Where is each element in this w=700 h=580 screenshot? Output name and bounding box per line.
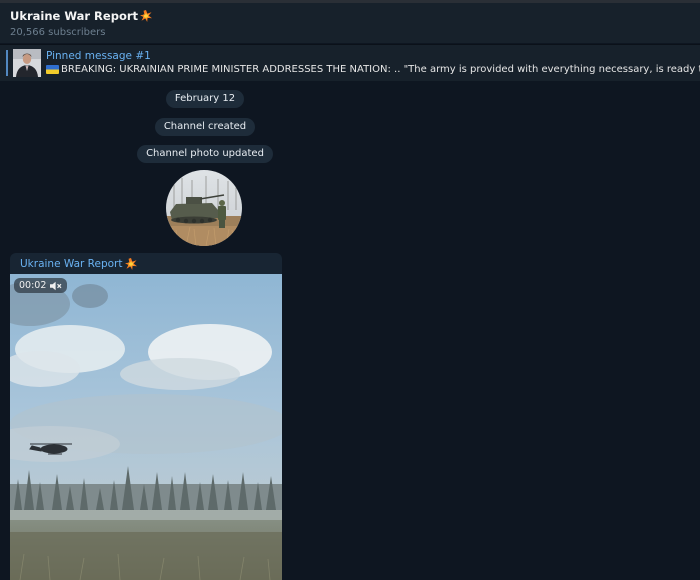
channel-post[interactable]: Ukraine War Report 00:02 xyxy=(10,253,282,580)
pinned-label: Pinned message #1 xyxy=(46,50,151,62)
pinned-text-row: BREAKING: UKRAINIAN PRIME MINISTER ADDRE… xyxy=(46,64,700,75)
service-message-photo: Channel photo updated xyxy=(0,145,410,163)
channel-title[interactable]: Ukraine War Report xyxy=(10,9,153,23)
person-thumbnail-image xyxy=(13,49,41,77)
video-duration: 00:02 xyxy=(19,280,47,291)
date-pill: February 12 xyxy=(165,90,245,108)
pinned-indicator xyxy=(6,50,8,76)
collision-icon xyxy=(140,10,153,22)
speaker-muted-icon[interactable] xyxy=(50,281,62,291)
pinned-thumbnail xyxy=(13,49,41,77)
telegram-window: Ukraine War Report 20,566 subscribers Pi… xyxy=(0,0,700,580)
channel-photo-updated-pill: Channel photo updated xyxy=(137,145,273,163)
channel-title-text: Ukraine War Report xyxy=(10,9,139,23)
post-sender-name: Ukraine War Report xyxy=(20,258,123,270)
date-separator: February 12 xyxy=(0,90,410,108)
pinned-message-bar[interactable]: Pinned message #1 BREAKING: UKRAINIAN PR… xyxy=(0,44,700,81)
pinned-text: BREAKING: UKRAINIAN PRIME MINISTER ADDRE… xyxy=(61,64,700,75)
chat-header[interactable]: Ukraine War Report 20,566 subscribers xyxy=(0,3,700,43)
post-sender[interactable]: Ukraine War Report xyxy=(20,258,137,270)
subscriber-count: 20,566 subscribers xyxy=(10,27,106,38)
armored-vehicle-photo xyxy=(166,170,242,246)
video-player[interactable]: 00:02 xyxy=(10,274,282,580)
channel-created-pill: Channel created xyxy=(154,118,256,136)
video-duration-badge[interactable]: 00:02 xyxy=(14,278,68,293)
ukraine-flag-icon xyxy=(46,65,59,74)
helicopter-video-frame xyxy=(10,274,282,580)
channel-photo[interactable] xyxy=(166,170,242,246)
service-message-created: Channel created xyxy=(0,118,410,136)
collision-icon xyxy=(124,258,137,270)
